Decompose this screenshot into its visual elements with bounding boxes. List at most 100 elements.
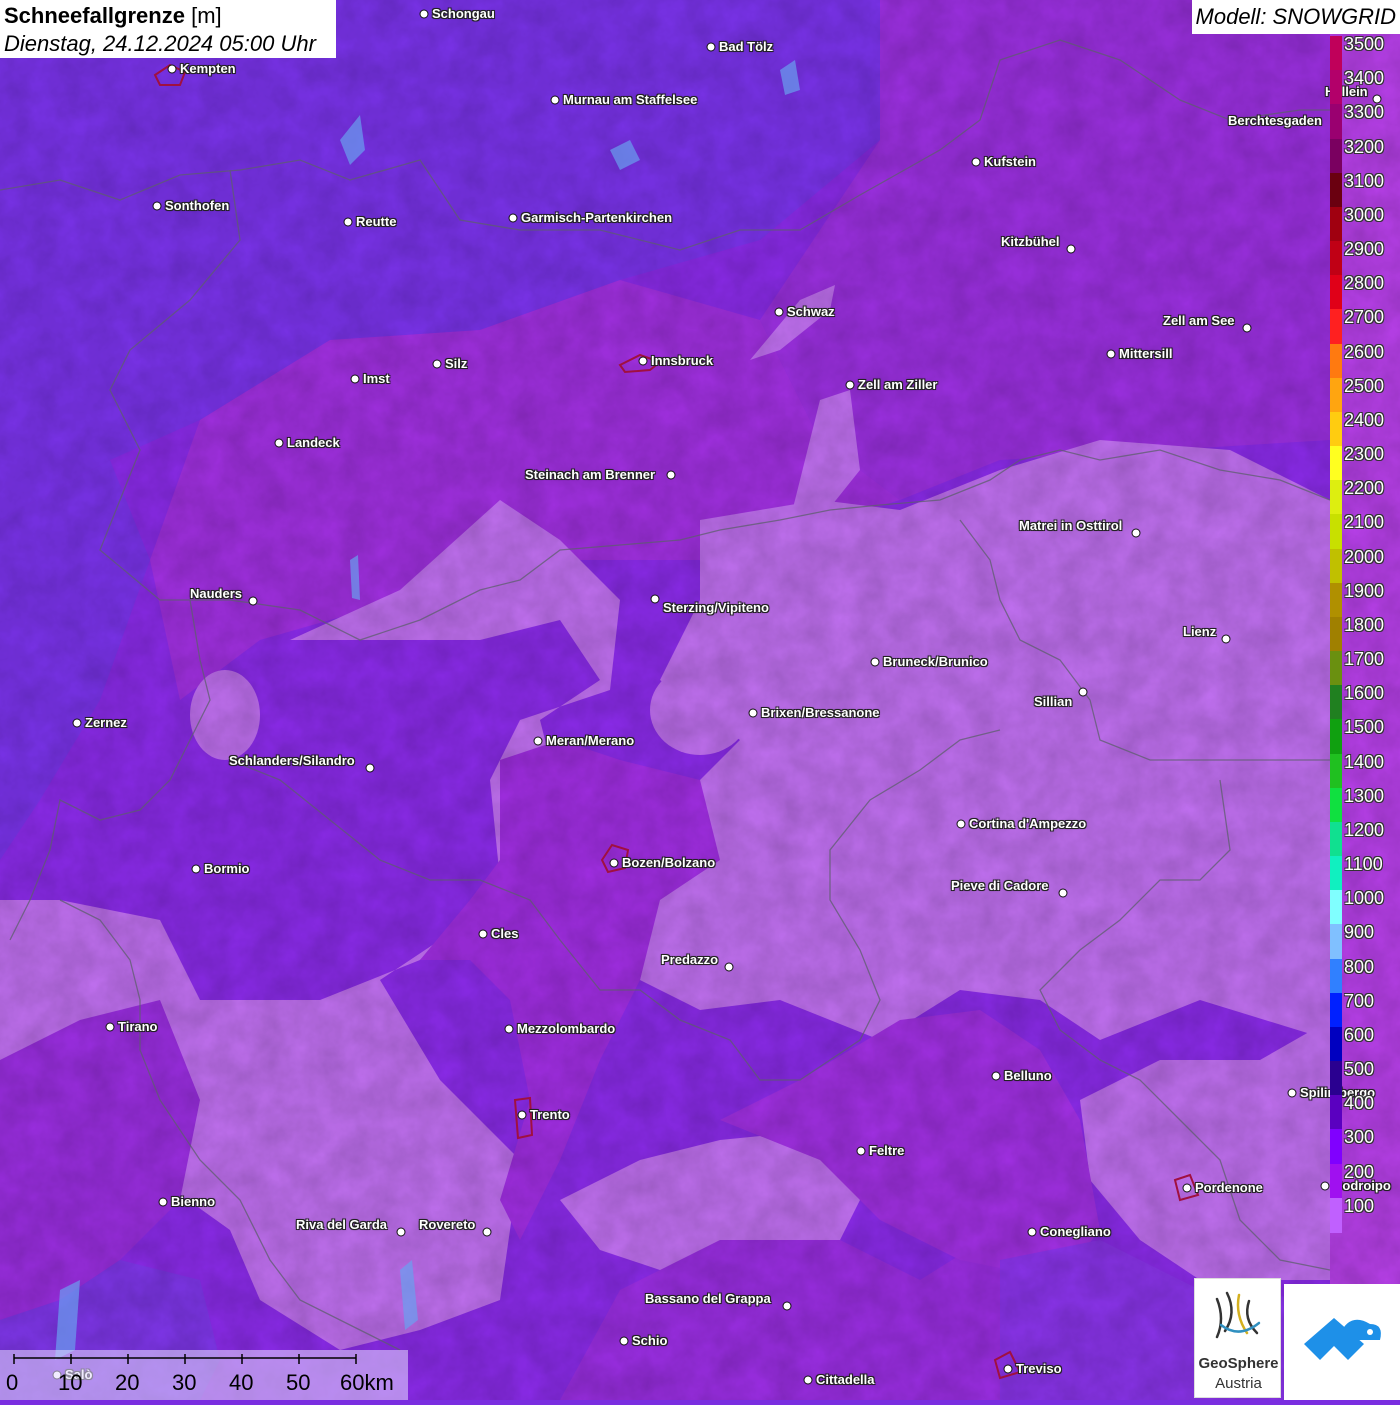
city-label: Pieve di Cadore — [951, 878, 1049, 893]
city-label: Riva del Garda — [296, 1217, 388, 1232]
legend-swatch — [1330, 343, 1342, 379]
legend-swatch — [1330, 206, 1342, 242]
city-dot — [638, 356, 648, 366]
city-label: Bad Tölz — [719, 39, 774, 54]
legend-swatch — [1330, 1026, 1342, 1063]
cloud-arrow-icon — [1304, 1318, 1381, 1360]
city-label: Cortina d'Ampezzo — [969, 816, 1087, 831]
legend-label: 2300 — [1344, 444, 1385, 465]
city-label: Sterzing/Vipiteno — [663, 600, 769, 615]
city-label: Bassano del Grappa — [645, 1291, 771, 1306]
city-label: Belluno — [1004, 1068, 1052, 1083]
blue-app-logo[interactable] — [1284, 1284, 1400, 1400]
scale-label-40: 40 — [229, 1370, 254, 1395]
legend-swatch — [1330, 856, 1342, 892]
legend-label: 3300 — [1344, 102, 1385, 123]
city-label: Predazzo — [661, 952, 719, 967]
legend-label: 3000 — [1344, 204, 1385, 225]
city-label: Schio — [632, 1333, 668, 1348]
city-dot — [419, 9, 429, 19]
legend-swatch — [1330, 172, 1342, 208]
legend-swatch — [1330, 138, 1342, 174]
city-label: Nauders — [190, 586, 243, 601]
legend-label: 3400 — [1344, 68, 1385, 89]
legend-label: 1200 — [1344, 819, 1385, 840]
city-label: Tirano — [118, 1019, 158, 1034]
legend-label: 800 — [1344, 956, 1375, 977]
legend-label: 1500 — [1344, 717, 1385, 738]
city-dot — [666, 470, 676, 480]
legend-label: 1100 — [1344, 854, 1383, 875]
city-dot — [971, 157, 981, 167]
city-dot — [517, 1110, 527, 1120]
legend-label: 2700 — [1344, 307, 1385, 328]
map-title: Schneefallgrenze — [4, 3, 185, 28]
legend-swatch — [1330, 1163, 1342, 1199]
city-label: Bormio — [204, 861, 250, 876]
city-dot — [191, 864, 201, 874]
legend-label: 600 — [1344, 1024, 1375, 1045]
city-dot — [248, 596, 258, 606]
city-dot — [1003, 1364, 1013, 1374]
city-label: Schwaz — [787, 304, 835, 319]
city-dot — [508, 213, 518, 223]
legend-label: 400 — [1344, 1093, 1375, 1114]
legend-label: 2100 — [1344, 512, 1385, 533]
city-dot — [158, 1197, 168, 1207]
geosphere-austria-logo[interactable]: GeoSphere Austria — [1194, 1278, 1281, 1398]
legend-label: 2400 — [1344, 409, 1385, 430]
city-dot — [619, 1336, 629, 1346]
legend-label: 2600 — [1344, 341, 1385, 362]
legend-swatch — [1330, 275, 1342, 311]
legend-label: 900 — [1344, 922, 1375, 943]
legend-label: 300 — [1344, 1127, 1375, 1148]
legend-swatch — [1330, 241, 1342, 277]
legend-label: 200 — [1344, 1161, 1375, 1182]
city-dot — [1027, 1227, 1037, 1237]
city-dot — [782, 1301, 792, 1311]
legend-swatch — [1330, 104, 1342, 140]
city-dot — [724, 962, 734, 972]
map-title-unit: [m] — [191, 3, 222, 28]
city-label: Trento — [530, 1107, 570, 1122]
legend-swatch — [1330, 719, 1342, 755]
city-label: Kufstein — [984, 154, 1036, 169]
legend-label: 100 — [1344, 1195, 1375, 1216]
city-dot — [504, 1024, 514, 1034]
scale-label-0: 0 — [6, 1370, 19, 1395]
legend-label: 1000 — [1344, 888, 1385, 909]
city-label: Cittadella — [816, 1372, 875, 1387]
legend-swatch — [1330, 1095, 1342, 1131]
city-dot — [1131, 528, 1141, 538]
city-label: Cles — [491, 926, 519, 941]
city-dot — [350, 374, 360, 384]
legend-swatch — [1330, 821, 1342, 858]
legend-swatch — [1330, 411, 1342, 448]
city-dot — [478, 929, 488, 939]
legend-swatch — [1330, 685, 1342, 721]
city-label: Berchtesgaden — [1228, 113, 1322, 128]
legend-swatch — [1330, 70, 1342, 106]
geosphere-emblem-icon — [1215, 1291, 1261, 1339]
city-dot — [1078, 687, 1088, 697]
city-dot — [803, 1375, 813, 1385]
scale-label-50: 50 — [286, 1370, 311, 1395]
legend-swatch — [1330, 1061, 1342, 1097]
legend-swatch — [1330, 582, 1342, 618]
city-dot — [650, 594, 660, 604]
scale-label-60km: 60km — [340, 1370, 394, 1395]
legend-label: 1700 — [1344, 649, 1385, 670]
city-label: Landeck — [287, 435, 340, 450]
geosphere-logo-line2: Austria — [1215, 1375, 1262, 1392]
legend-swatch — [1330, 924, 1342, 960]
legend-swatch — [1330, 377, 1342, 413]
city-label: Kempten — [180, 61, 236, 76]
city-label: Imst — [363, 371, 390, 386]
legend-label: 700 — [1344, 990, 1375, 1011]
geosphere-logo-line1: GeoSphere — [1198, 1355, 1279, 1372]
city-label: Brixen/Bressanone — [761, 705, 880, 720]
city-dot — [550, 95, 560, 105]
city-dot — [533, 736, 543, 746]
city-label: Treviso — [1016, 1361, 1062, 1376]
city-label: Reutte — [356, 214, 397, 229]
